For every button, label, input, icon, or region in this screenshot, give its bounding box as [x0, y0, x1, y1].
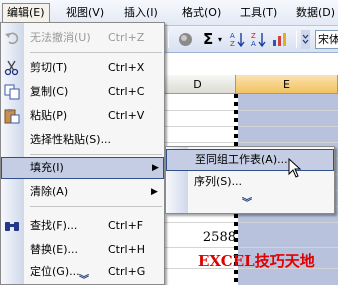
menu-item-copy[interactable]: 复制(C) Ctrl+C [1, 81, 164, 103]
chart-wizard-icon[interactable] [272, 31, 288, 50]
menu-item-paste[interactable]: 粘贴(P) Ctrl+V [1, 105, 164, 127]
autosum-dropdown-icon[interactable]: ▾ [218, 30, 222, 49]
column-header-e[interactable]: E [236, 75, 338, 94]
toolbar-separator [168, 31, 169, 48]
menu-insert[interactable]: 插入(I) [120, 3, 162, 23]
chart-icon[interactable] [177, 31, 194, 50]
submenu-arrow-icon: ▶ [151, 187, 158, 197]
menu-item-replace[interactable]: 替换(E)... Ctrl+H [1, 239, 164, 261]
sort-ascending-icon[interactable]: AZ [230, 31, 246, 50]
submenu-arrow-icon: ▶ [152, 163, 159, 173]
edit-menu: 无法撤消(U) Ctrl+Z 剪切(T) Ctrl+X 复制(C) Ctrl+C… [0, 22, 165, 285]
copy-icon [4, 84, 20, 100]
menu-item-across-worksheets[interactable]: 至同组工作表(A)... [166, 149, 334, 171]
paste-icon [4, 108, 20, 124]
menu-data[interactable]: 数据(D) [292, 3, 338, 23]
menu-view[interactable]: 视图(V) [62, 3, 108, 23]
toolbar-separator [296, 31, 297, 48]
svg-text:Z: Z [251, 32, 256, 40]
menu-item-clear[interactable]: 清除(A) ▶ [1, 181, 164, 203]
sort-descending-icon[interactable]: ZA [251, 31, 267, 50]
autosum-button[interactable]: Σ [203, 30, 213, 49]
menu-item-undo[interactable]: 无法撤消(U) Ctrl+Z [1, 27, 164, 49]
menu-edit[interactable]: 编辑(E) [2, 3, 50, 23]
expand-menu-icon[interactable]: ︾ [79, 271, 89, 285]
fill-submenu: 至同组工作表(A)... 序列(S)... ︾ [165, 146, 335, 214]
svg-text:A: A [251, 40, 256, 48]
undo-icon [4, 30, 20, 46]
menu-item-find[interactable]: 查找(F)... Ctrl+F [1, 215, 164, 237]
mouse-pointer-icon [288, 157, 302, 178]
watermark-text: EXCEL技巧天地 [198, 252, 315, 270]
font-name-field[interactable]: 宋体 [315, 30, 338, 49]
column-header-d[interactable]: D [160, 75, 236, 94]
menu-item-fill[interactable]: 填充(I) ▶ [1, 157, 164, 179]
toolbar-options-icon[interactable] [301, 30, 310, 49]
menu-tools[interactable]: 工具(T) [236, 3, 281, 23]
menu-item-series[interactable]: 序列(S)... [166, 171, 334, 193]
cell-d-value[interactable]: 2588 [198, 230, 236, 245]
binoculars-icon [4, 218, 20, 234]
menu-item-paste-special[interactable]: 选择性粘贴(S)... [1, 129, 164, 151]
expand-menu-icon[interactable]: ︾ [242, 194, 252, 209]
menu-format[interactable]: 格式(O) [178, 3, 225, 23]
svg-text:Z: Z [230, 40, 235, 48]
scissors-icon [4, 60, 20, 76]
menu-item-cut[interactable]: 剪切(T) Ctrl+X [1, 57, 164, 79]
svg-text:A: A [230, 32, 235, 40]
